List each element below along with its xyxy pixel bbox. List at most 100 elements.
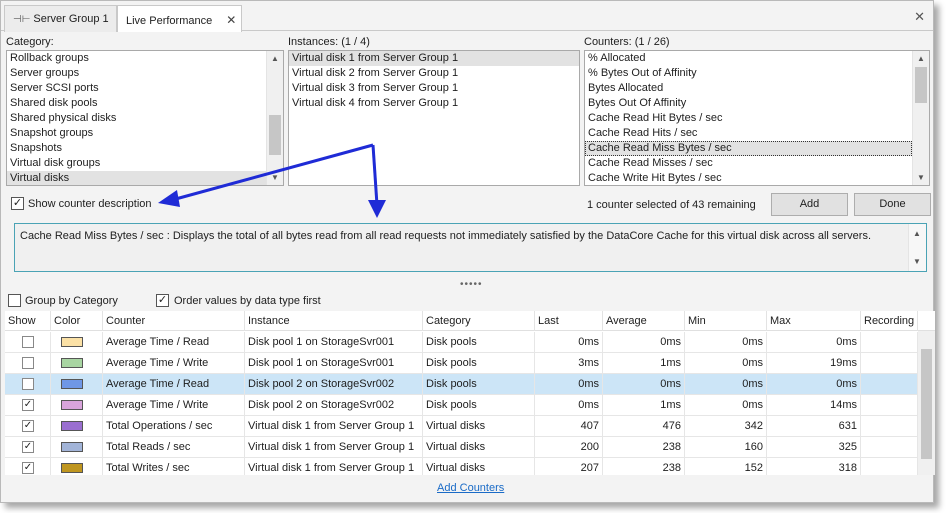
counters-list-item[interactable]: Cache Write Hit Bytes / sec — [585, 171, 912, 185]
done-button[interactable]: Done — [854, 193, 931, 216]
close-icon[interactable]: ✕ — [226, 13, 236, 27]
counters-list-item[interactable]: % Bytes Out of Affinity — [585, 66, 912, 81]
max-cell: 0ms — [767, 332, 861, 352]
show-checkbox[interactable]: ✓ — [22, 462, 34, 474]
instance-cell: Disk pool 1 on StorageSvr001 — [245, 353, 423, 373]
scroll-up-icon[interactable]: ▲ — [267, 51, 283, 66]
column-header-last[interactable]: Last — [535, 311, 603, 331]
color-cell — [51, 332, 103, 352]
category-cell: Virtual disks — [423, 458, 535, 475]
category-list-item[interactable]: Virtual disk groups — [7, 156, 266, 171]
column-header-instance[interactable]: Instance — [245, 311, 423, 331]
category-cell: Virtual disks — [423, 437, 535, 457]
counters-list[interactable]: % Allocated% Bytes Out of Affinity Bytes … — [584, 50, 930, 186]
category-list[interactable]: Rollback groups Server groups Server SCSI … — [6, 50, 284, 186]
category-list-item[interactable]: Virtual disks — [7, 171, 266, 185]
group-by-category-checkbox[interactable] — [8, 294, 21, 307]
scroll-down-icon[interactable]: ▼ — [267, 170, 283, 185]
table-row[interactable]: ✓ Total Operations / sec Virtual disk 1 fr… — [5, 416, 918, 437]
color-swatch[interactable] — [61, 358, 83, 368]
min-cell: 342 — [685, 416, 767, 436]
instances-list-item[interactable]: Virtual disk 2 from Server Group 1 — [289, 66, 579, 81]
window-close-icon[interactable]: ✕ — [914, 9, 925, 25]
category-cell: Disk pools — [423, 353, 535, 373]
category-list-item[interactable]: Rollback groups — [7, 51, 266, 66]
instances-list-item[interactable]: Virtual disk 1 from Server Group 1 — [289, 51, 579, 66]
category-list-item[interactable]: Snapshots — [7, 141, 266, 156]
description-scrollbar[interactable]: ▲ ▼ — [908, 224, 926, 271]
show-checkbox[interactable]: ✓ — [22, 399, 34, 411]
category-list-item[interactable]: Shared physical disks — [7, 111, 266, 126]
recording-cell — [861, 374, 918, 394]
scroll-up-icon[interactable]: ▲ — [913, 51, 929, 66]
show-checkbox[interactable] — [22, 378, 34, 390]
min-cell: 160 — [685, 437, 767, 457]
show-description-checkbox[interactable]: ✓ — [11, 197, 24, 210]
max-cell: 631 — [767, 416, 861, 436]
category-list-item[interactable]: Snapshot groups — [7, 126, 266, 141]
color-swatch[interactable] — [61, 442, 83, 452]
category-scrollbar[interactable]: ▲ ▼ — [266, 51, 283, 185]
show-checkbox[interactable] — [22, 336, 34, 348]
order-values-checkbox[interactable]: ✓ — [156, 294, 169, 307]
color-cell — [51, 374, 103, 394]
table-row[interactable]: Average Time / Write Disk pool 1 on Stora… — [5, 353, 918, 374]
scroll-up-icon[interactable]: ▲ — [909, 226, 925, 241]
grid-scrollbar[interactable] — [918, 331, 935, 475]
tab-server-group[interactable]: ⊣⊢ Server Group 1 — [4, 5, 117, 32]
column-header-category[interactable]: Category — [423, 311, 535, 331]
min-cell: 0ms — [685, 332, 767, 352]
show-checkbox[interactable]: ✓ — [22, 420, 34, 432]
column-header-min[interactable]: Min — [685, 311, 767, 331]
column-header-recording[interactable]: Recording — [861, 311, 918, 331]
color-swatch[interactable] — [61, 337, 83, 347]
instances-list-item[interactable]: Virtual disk 3 from Server Group 1 — [289, 81, 579, 96]
counters-list-item[interactable]: Cache Read Hits / sec — [585, 126, 912, 141]
column-header-color[interactable]: Color — [51, 311, 103, 331]
tab-live-performance[interactable]: Live Performance ✕ — [117, 5, 242, 32]
color-swatch[interactable] — [61, 463, 83, 473]
group-by-category-label: Group by Category — [25, 295, 118, 307]
scroll-thumb[interactable] — [915, 67, 927, 103]
scroll-down-icon[interactable]: ▼ — [913, 170, 929, 185]
counters-list-item[interactable]: Cache Read Hit Bytes / sec — [585, 111, 912, 126]
show-cell — [5, 353, 51, 373]
splitter-grip[interactable]: ••••• — [460, 279, 483, 290]
counters-list-item[interactable]: Bytes Allocated — [585, 81, 912, 96]
add-button[interactable]: Add — [771, 193, 848, 216]
show-checkbox[interactable]: ✓ — [22, 441, 34, 453]
add-counters-link[interactable]: Add Counters — [437, 482, 504, 494]
selection-status-text: 1 counter selected of 43 remaining — [587, 199, 756, 211]
table-row[interactable]: ✓ Average Time / Write Disk pool 2 on Stor… — [5, 395, 918, 416]
column-header-max[interactable]: Max — [767, 311, 861, 331]
color-cell — [51, 353, 103, 373]
category-list-item[interactable]: Server SCSI ports — [7, 81, 266, 96]
show-checkbox[interactable] — [22, 357, 34, 369]
live-performance-window: ⊣⊢ Server Group 1 Live Performance ✕ ✕ Cat… — [0, 0, 935, 503]
scroll-down-icon[interactable]: ▼ — [909, 254, 925, 269]
column-header-show[interactable]: Show — [5, 311, 51, 331]
counters-list-item[interactable]: Cache Read Miss Bytes / sec — [585, 141, 912, 156]
color-swatch[interactable] — [61, 400, 83, 410]
color-swatch[interactable] — [61, 379, 83, 389]
instances-list-item[interactable]: Virtual disk 4 from Server Group 1 — [289, 96, 579, 111]
column-header-counter[interactable]: Counter — [103, 311, 245, 331]
color-cell — [51, 437, 103, 457]
category-cell: Disk pools — [423, 395, 535, 415]
category-cell: Disk pools — [423, 332, 535, 352]
column-header-average[interactable]: Average — [603, 311, 685, 331]
table-row[interactable]: ✓ Total Writes / sec Virtual disk 1 from S… — [5, 458, 918, 475]
color-swatch[interactable] — [61, 421, 83, 431]
table-row[interactable]: ✓ Total Reads / sec Virtual disk 1 from Se… — [5, 437, 918, 458]
category-list-item[interactable]: Shared disk pools — [7, 96, 266, 111]
scroll-thumb[interactable] — [269, 115, 281, 155]
counters-list-item[interactable]: Cache Read Misses / sec — [585, 156, 912, 171]
category-list-item[interactable]: Server groups — [7, 66, 266, 81]
table-row[interactable]: Average Time / Read Disk pool 1 on Storag… — [5, 332, 918, 353]
counters-list-item[interactable]: Bytes Out Of Affinity — [585, 96, 912, 111]
table-row[interactable]: Average Time / Read Disk pool 2 on Storag… — [5, 374, 918, 395]
counters-scrollbar[interactable]: ▲ ▼ — [912, 51, 929, 185]
counters-list-item[interactable]: % Allocated — [585, 51, 912, 66]
scroll-thumb[interactable] — [921, 349, 932, 459]
instances-list[interactable]: Virtual disk 1 from Server Group 1 Virtua… — [288, 50, 580, 186]
